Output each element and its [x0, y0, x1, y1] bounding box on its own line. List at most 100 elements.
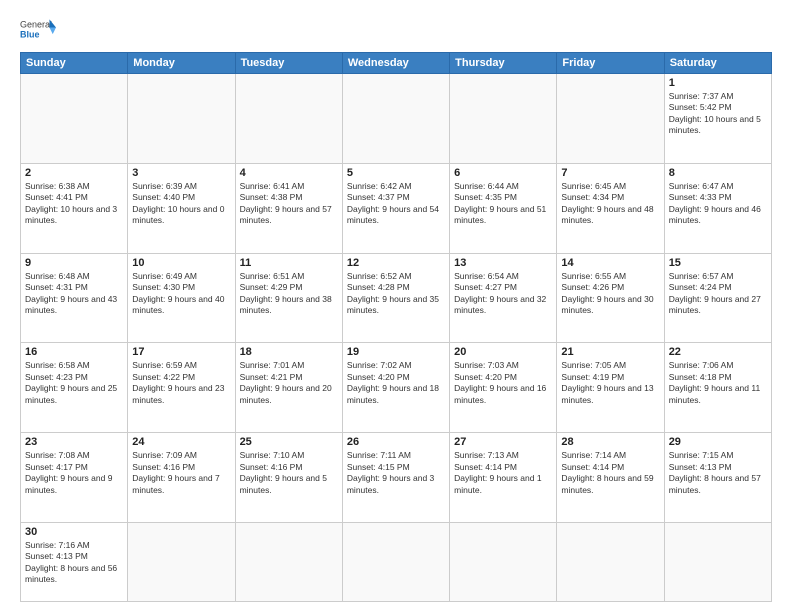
- day-info: Sunrise: 7:16 AM Sunset: 4:13 PM Dayligh…: [25, 540, 123, 586]
- day-cell: 22 Sunrise: 7:06 AM Sunset: 4:18 PM Dayli…: [664, 343, 771, 433]
- day-number: 11: [240, 257, 338, 269]
- day-number: 15: [669, 257, 767, 269]
- day-cell: [128, 74, 235, 164]
- day-number: 9: [25, 257, 123, 269]
- day-cell: 12 Sunrise: 6:52 AM Sunset: 4:28 PM Dayli…: [342, 253, 449, 343]
- day-cell: 23 Sunrise: 7:08 AM Sunset: 4:17 PM Dayli…: [21, 433, 128, 523]
- day-number: 28: [561, 436, 659, 448]
- day-cell: 26Sunrise: 7:11 AM Sunset: 4:15 PM Dayli…: [342, 433, 449, 523]
- day-cell: [235, 522, 342, 601]
- day-number: 8: [669, 167, 767, 179]
- day-number: 12: [347, 257, 445, 269]
- day-cell: 8 Sunrise: 6:47 AM Sunset: 4:33 PM Daylig…: [664, 163, 771, 253]
- weekday-header-wednesday: Wednesday: [342, 53, 449, 74]
- day-cell: 9Sunrise: 6:48 AM Sunset: 4:31 PM Daylig…: [21, 253, 128, 343]
- week-row-3: 9Sunrise: 6:48 AM Sunset: 4:31 PM Daylig…: [21, 253, 772, 343]
- day-cell: 27 Sunrise: 7:13 AM Sunset: 4:14 PM Dayli…: [450, 433, 557, 523]
- day-number: 1: [669, 77, 767, 89]
- day-info: Sunrise: 6:38 AM Sunset: 4:41 PM Dayligh…: [25, 181, 123, 227]
- day-number: 27: [454, 436, 552, 448]
- weekday-header-friday: Friday: [557, 53, 664, 74]
- day-info: Sunrise: 7:01 AM Sunset: 4:21 PM Dayligh…: [240, 360, 338, 406]
- day-cell: [450, 522, 557, 601]
- weekday-header-thursday: Thursday: [450, 53, 557, 74]
- day-number: 14: [561, 257, 659, 269]
- day-number: 4: [240, 167, 338, 179]
- weekday-header-saturday: Saturday: [664, 53, 771, 74]
- day-info: Sunrise: 7:06 AM Sunset: 4:18 PM Dayligh…: [669, 360, 767, 406]
- day-number: 18: [240, 346, 338, 358]
- day-cell: 29Sunrise: 7:15 AM Sunset: 4:13 PM Dayli…: [664, 433, 771, 523]
- weekday-header-tuesday: Tuesday: [235, 53, 342, 74]
- day-cell: [450, 74, 557, 164]
- day-info: Sunrise: 7:11 AM Sunset: 4:15 PM Dayligh…: [347, 450, 445, 496]
- day-cell: 13 Sunrise: 6:54 AM Sunset: 4:27 PM Dayli…: [450, 253, 557, 343]
- day-info: Sunrise: 7:10 AM Sunset: 4:16 PM Dayligh…: [240, 450, 338, 496]
- day-cell: 25Sunrise: 7:10 AM Sunset: 4:16 PM Dayli…: [235, 433, 342, 523]
- day-number: 22: [669, 346, 767, 358]
- day-cell: 4 Sunrise: 6:41 AM Sunset: 4:38 PM Daylig…: [235, 163, 342, 253]
- day-info: Sunrise: 6:41 AM Sunset: 4:38 PM Dayligh…: [240, 181, 338, 227]
- day-info: Sunrise: 7:09 AM Sunset: 4:16 PM Dayligh…: [132, 450, 230, 496]
- day-number: 19: [347, 346, 445, 358]
- day-cell: 30 Sunrise: 7:16 AM Sunset: 4:13 PM Dayli…: [21, 522, 128, 601]
- logo: General Blue: [20, 16, 56, 44]
- day-info: Sunrise: 6:54 AM Sunset: 4:27 PM Dayligh…: [454, 271, 552, 317]
- week-row-6: 30 Sunrise: 7:16 AM Sunset: 4:13 PM Dayli…: [21, 522, 772, 601]
- day-cell: 19 Sunrise: 7:02 AM Sunset: 4:20 PM Dayli…: [342, 343, 449, 433]
- day-cell: [342, 522, 449, 601]
- day-cell: 15 Sunrise: 6:57 AM Sunset: 4:24 PM Dayli…: [664, 253, 771, 343]
- day-cell: 20 Sunrise: 7:03 AM Sunset: 4:20 PM Dayli…: [450, 343, 557, 433]
- day-info: Sunrise: 7:05 AM Sunset: 4:19 PM Dayligh…: [561, 360, 659, 406]
- day-info: Sunrise: 6:55 AM Sunset: 4:26 PM Dayligh…: [561, 271, 659, 317]
- day-number: 24: [132, 436, 230, 448]
- day-info: Sunrise: 6:57 AM Sunset: 4:24 PM Dayligh…: [669, 271, 767, 317]
- day-cell: [21, 74, 128, 164]
- weekday-header-sunday: Sunday: [21, 53, 128, 74]
- day-number: 3: [132, 167, 230, 179]
- week-row-1: 1Sunrise: 7:37 AM Sunset: 5:42 PM Daylig…: [21, 74, 772, 164]
- day-number: 21: [561, 346, 659, 358]
- day-info: Sunrise: 6:45 AM Sunset: 4:34 PM Dayligh…: [561, 181, 659, 227]
- day-info: Sunrise: 6:44 AM Sunset: 4:35 PM Dayligh…: [454, 181, 552, 227]
- day-info: Sunrise: 7:08 AM Sunset: 4:17 PM Dayligh…: [25, 450, 123, 496]
- week-row-2: 2 Sunrise: 6:38 AM Sunset: 4:41 PM Daylig…: [21, 163, 772, 253]
- day-number: 6: [454, 167, 552, 179]
- day-cell: 21 Sunrise: 7:05 AM Sunset: 4:19 PM Dayli…: [557, 343, 664, 433]
- day-cell: 7 Sunrise: 6:45 AM Sunset: 4:34 PM Daylig…: [557, 163, 664, 253]
- day-info: Sunrise: 6:51 AM Sunset: 4:29 PM Dayligh…: [240, 271, 338, 317]
- day-info: Sunrise: 6:52 AM Sunset: 4:28 PM Dayligh…: [347, 271, 445, 317]
- day-number: 20: [454, 346, 552, 358]
- day-number: 30: [25, 526, 123, 538]
- day-cell: 14 Sunrise: 6:55 AM Sunset: 4:26 PM Dayli…: [557, 253, 664, 343]
- generalblue-icon: General Blue: [20, 16, 56, 44]
- day-info: Sunrise: 6:58 AM Sunset: 4:23 PM Dayligh…: [25, 360, 123, 406]
- day-info: Sunrise: 6:59 AM Sunset: 4:22 PM Dayligh…: [132, 360, 230, 406]
- day-number: 13: [454, 257, 552, 269]
- day-cell: [128, 522, 235, 601]
- calendar-table: SundayMondayTuesdayWednesdayThursdayFrid…: [20, 52, 772, 602]
- day-number: 29: [669, 436, 767, 448]
- day-cell: [664, 522, 771, 601]
- day-cell: 28 Sunrise: 7:14 AM Sunset: 4:14 PM Dayli…: [557, 433, 664, 523]
- week-row-5: 23 Sunrise: 7:08 AM Sunset: 4:17 PM Dayli…: [21, 433, 772, 523]
- day-number: 16: [25, 346, 123, 358]
- day-info: Sunrise: 7:03 AM Sunset: 4:20 PM Dayligh…: [454, 360, 552, 406]
- week-row-4: 16 Sunrise: 6:58 AM Sunset: 4:23 PM Dayli…: [21, 343, 772, 433]
- day-cell: 5Sunrise: 6:42 AM Sunset: 4:37 PM Daylig…: [342, 163, 449, 253]
- day-number: 7: [561, 167, 659, 179]
- day-number: 2: [25, 167, 123, 179]
- day-cell: 3 Sunrise: 6:39 AM Sunset: 4:40 PM Daylig…: [128, 163, 235, 253]
- day-info: Sunrise: 7:13 AM Sunset: 4:14 PM Dayligh…: [454, 450, 552, 496]
- day-info: Sunrise: 7:02 AM Sunset: 4:20 PM Dayligh…: [347, 360, 445, 406]
- day-cell: 1Sunrise: 7:37 AM Sunset: 5:42 PM Daylig…: [664, 74, 771, 164]
- day-cell: [557, 74, 664, 164]
- day-info: Sunrise: 6:47 AM Sunset: 4:33 PM Dayligh…: [669, 181, 767, 227]
- day-info: Sunrise: 6:39 AM Sunset: 4:40 PM Dayligh…: [132, 181, 230, 227]
- day-number: 23: [25, 436, 123, 448]
- day-info: Sunrise: 7:14 AM Sunset: 4:14 PM Dayligh…: [561, 450, 659, 496]
- day-cell: 16 Sunrise: 6:58 AM Sunset: 4:23 PM Dayli…: [21, 343, 128, 433]
- day-info: Sunrise: 6:49 AM Sunset: 4:30 PM Dayligh…: [132, 271, 230, 317]
- svg-text:Blue: Blue: [20, 29, 40, 39]
- day-cell: [235, 74, 342, 164]
